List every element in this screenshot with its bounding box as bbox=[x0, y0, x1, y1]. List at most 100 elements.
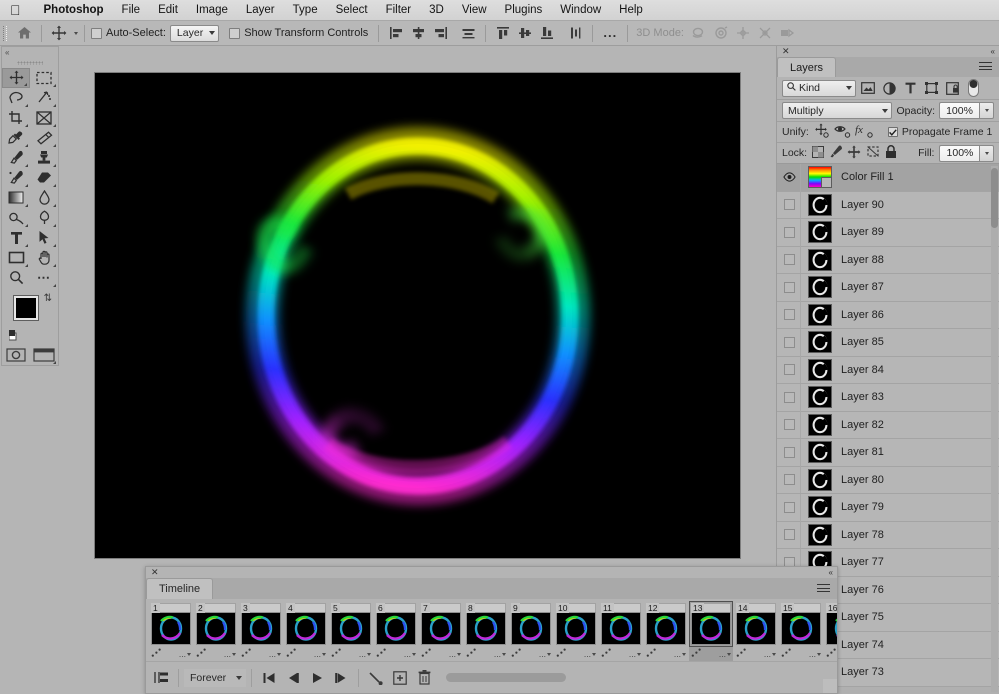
scale-3d-icon[interactable] bbox=[776, 23, 798, 44]
layer-row[interactable]: Layer 80 bbox=[777, 466, 999, 494]
animation-frame-thumbnail[interactable] bbox=[601, 612, 641, 645]
unify-position-icon[interactable] bbox=[813, 123, 830, 141]
animation-frame-footer[interactable]: ... bbox=[284, 647, 328, 661]
layer-thumbnail[interactable] bbox=[808, 276, 832, 299]
layer-row[interactable]: Color Fill 1 bbox=[777, 164, 999, 192]
layer-thumbnail[interactable] bbox=[808, 331, 832, 354]
lock-all-icon[interactable] bbox=[885, 144, 897, 162]
menu-item-help[interactable]: Help bbox=[610, 4, 652, 16]
collapse-panel-icon[interactable]: « bbox=[829, 568, 834, 577]
blur-tool[interactable] bbox=[30, 188, 58, 208]
adjustment-layer-filter-icon[interactable] bbox=[880, 79, 898, 97]
animation-frame[interactable]: 16... bbox=[824, 601, 837, 661]
layer-row[interactable]: Layer 78 bbox=[777, 521, 999, 549]
layer-thumbnail[interactable] bbox=[808, 523, 832, 546]
layers-scrollbar-thumb[interactable] bbox=[991, 168, 998, 228]
animation-frame-thumbnail[interactable] bbox=[781, 612, 821, 645]
layer-visibility-empty-box[interactable] bbox=[784, 391, 795, 403]
layer-thumbnail[interactable] bbox=[808, 193, 832, 216]
layer-thumbnail[interactable] bbox=[808, 221, 832, 244]
frame-tween-icon[interactable] bbox=[376, 648, 387, 660]
frame-tween-icon[interactable] bbox=[421, 648, 432, 660]
menu-item-3d[interactable]: 3D bbox=[420, 4, 453, 16]
animation-frame-thumbnail[interactable] bbox=[556, 612, 596, 645]
roll-3d-icon[interactable] bbox=[710, 23, 732, 44]
menu-item-view[interactable]: View bbox=[453, 4, 496, 16]
layer-visibility-empty-box[interactable] bbox=[784, 309, 795, 321]
layer-visibility-toggle[interactable] bbox=[779, 493, 801, 521]
history-brush-tool[interactable] bbox=[2, 168, 30, 188]
animation-frame-footer[interactable]: ... bbox=[464, 647, 508, 661]
menu-item-plugins[interactable]: Plugins bbox=[496, 4, 552, 16]
home-icon[interactable] bbox=[13, 23, 35, 44]
layer-visibility-toggle[interactable] bbox=[779, 191, 801, 219]
menu-item-filter[interactable]: Filter bbox=[377, 4, 421, 16]
layer-thumbnail[interactable] bbox=[808, 358, 832, 381]
smart-object-filter-icon[interactable] bbox=[943, 79, 961, 97]
menu-item-edit[interactable]: Edit bbox=[149, 4, 187, 16]
align-left-edges-icon[interactable] bbox=[385, 23, 407, 44]
animation-frames-strip[interactable]: 1... 2... 3... 4... 5... 6... 7... 8... 9... 10..… bbox=[146, 599, 837, 661]
frame-tween-icon[interactable] bbox=[826, 648, 837, 660]
resize-handle[interactable] bbox=[823, 679, 837, 693]
play-animation-button[interactable] bbox=[305, 667, 329, 689]
animation-frame[interactable]: 15... bbox=[779, 601, 823, 661]
move-tool-icon[interactable] bbox=[48, 23, 70, 44]
rectangle-tool[interactable] bbox=[2, 248, 30, 268]
animation-frame-thumbnail[interactable] bbox=[286, 612, 326, 645]
animation-frame[interactable]: 1... bbox=[149, 601, 193, 661]
auto-select-scope-dropdown[interactable]: Layer bbox=[169, 24, 220, 42]
layer-visibility-empty-box[interactable] bbox=[784, 336, 795, 348]
frame-tween-icon[interactable] bbox=[646, 648, 657, 660]
pen-tool[interactable] bbox=[30, 208, 58, 228]
animation-frame[interactable]: 11... bbox=[599, 601, 643, 661]
layer-thumbnail[interactable] bbox=[808, 166, 832, 189]
lock-artboard-nesting-icon[interactable] bbox=[866, 145, 880, 161]
frame-tween-icon[interactable] bbox=[286, 648, 297, 660]
animation-frame-thumbnail[interactable] bbox=[736, 612, 776, 645]
panel-menu-icon[interactable] bbox=[817, 584, 830, 595]
layer-visibility-toggle[interactable] bbox=[779, 383, 801, 411]
duplicate-frame-button[interactable] bbox=[388, 667, 412, 689]
animation-frame[interactable]: 4... bbox=[284, 601, 328, 661]
timeline-scrollbar-thumb[interactable] bbox=[446, 673, 566, 682]
loop-option-dropdown[interactable]: Forever bbox=[184, 668, 246, 687]
layer-thumbnail[interactable] bbox=[808, 386, 832, 409]
more-options-icon[interactable]: ... bbox=[599, 23, 621, 44]
frame-delay-dropdown[interactable]: ... bbox=[314, 649, 326, 659]
animation-frame[interactable]: 5... bbox=[329, 601, 373, 661]
frame-delay-dropdown[interactable]: ... bbox=[449, 649, 461, 659]
animation-frame-thumbnail[interactable] bbox=[151, 612, 191, 645]
swap-colors-icon[interactable]: ⇅ bbox=[44, 293, 52, 304]
animation-frame[interactable]: 7... bbox=[419, 601, 463, 661]
frame-tween-icon[interactable] bbox=[511, 648, 522, 660]
animation-frame-footer[interactable]: ... bbox=[374, 647, 418, 661]
blend-mode-dropdown[interactable]: Multiply bbox=[782, 102, 893, 119]
distribute-vertically-icon[interactable] bbox=[564, 23, 586, 44]
edit-toolbar-tool[interactable]: ⋯ bbox=[30, 268, 58, 288]
shape-layer-filter-icon[interactable] bbox=[922, 79, 940, 97]
tab-layers[interactable]: Layers bbox=[777, 57, 837, 77]
auto-select-checkbox[interactable] bbox=[91, 27, 102, 39]
align-vertical-centers-icon[interactable] bbox=[514, 23, 536, 44]
menu-item-select[interactable]: Select bbox=[327, 4, 377, 16]
unify-style-icon[interactable]: fx bbox=[855, 123, 874, 141]
layer-visibility-eye-icon[interactable] bbox=[779, 164, 801, 191]
unify-visibility-icon[interactable] bbox=[834, 123, 851, 141]
type-tool[interactable] bbox=[2, 228, 30, 248]
layer-row[interactable]: Layer 89 bbox=[777, 218, 999, 247]
animation-frame-thumbnail[interactable] bbox=[331, 612, 371, 645]
frame-delay-dropdown[interactable]: ... bbox=[494, 649, 506, 659]
frame-delay-dropdown[interactable]: ... bbox=[179, 649, 191, 659]
animation-frame-footer[interactable]: ... bbox=[149, 647, 193, 661]
lock-transparent-pixels-icon[interactable] bbox=[812, 145, 825, 161]
animation-frame[interactable]: 13... bbox=[689, 601, 733, 661]
menu-item-photoshop[interactable]: Photoshop bbox=[35, 4, 113, 16]
tween-frames-button[interactable] bbox=[364, 667, 388, 689]
frame-tween-icon[interactable] bbox=[736, 648, 747, 660]
healing-brush-tool[interactable] bbox=[30, 128, 58, 148]
animation-frame-footer[interactable]: ... bbox=[734, 647, 778, 661]
animation-frame[interactable]: 10... bbox=[554, 601, 598, 661]
timeline-horizontal-scrollbar[interactable] bbox=[446, 673, 830, 682]
animation-frame-footer[interactable]: ... bbox=[644, 647, 688, 661]
